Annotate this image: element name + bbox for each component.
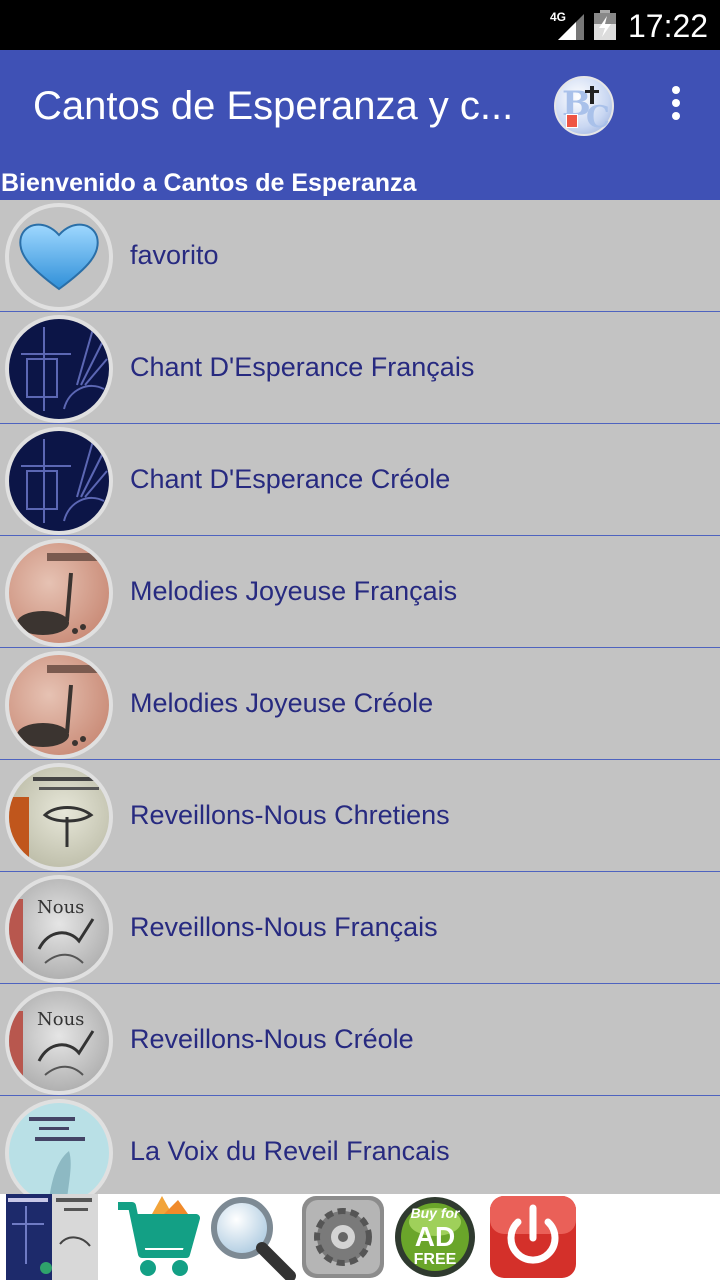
bc-logo-icon[interactable]: BC — [554, 76, 614, 136]
adfree-line3: FREE — [414, 1251, 457, 1268]
melodies-cover-icon — [5, 539, 113, 647]
list-item-melodies-creole[interactable]: Melodies Joyeuse Créole — [0, 648, 720, 760]
list-item-label: Chant D'Esperance Créole — [130, 464, 451, 494]
list-item-label: La Voix du Reveil Francais — [130, 1136, 450, 1166]
voix-cover-icon — [5, 1099, 113, 1194]
songbook-list[interactable]: favorito Chant D'Esperance Français Chan… — [0, 200, 720, 1194]
list-item-reveillons-creole[interactable]: Nous Reveillons-Nous Créole — [0, 984, 720, 1096]
list-item-label: Reveillons-Nous Créole — [130, 1024, 414, 1054]
list-item-label: Chant D'Esperance Français — [130, 352, 475, 382]
status-bar: 4G 17:22 — [0, 0, 720, 50]
adfree-line2: AD — [415, 1221, 455, 1252]
shopping-cart-icon[interactable] — [114, 1194, 200, 1280]
list-item-reveillons-chretiens[interactable]: Reveillons-Nous Chretiens — [0, 760, 720, 872]
list-item-label: Melodies Joyeuse Créole — [130, 688, 434, 718]
svg-text:Nous: Nous — [37, 1009, 84, 1030]
chant-cover-icon — [5, 315, 113, 423]
list-item-chant-creole[interactable]: Chant D'Esperance Créole — [0, 424, 720, 536]
list-item-reveillons-francais[interactable]: Nous Reveillons-Nous Français — [0, 872, 720, 984]
list-item-favorito[interactable]: favorito — [0, 200, 720, 312]
list-item-voix-reveil[interactable]: La Voix du Reveil Francais — [0, 1096, 720, 1194]
magnifier-icon[interactable] — [206, 1194, 296, 1280]
svg-text:Nous: Nous — [37, 897, 84, 918]
heart-icon — [5, 203, 113, 311]
signal-icon — [558, 14, 584, 40]
reveillons-cover-icon: Nous — [5, 987, 113, 1095]
list-item-label: Reveillons-Nous Chretiens — [130, 800, 450, 830]
reveillons-cover-icon — [5, 763, 113, 871]
app-bar: Cantos de Esperanza y c... BC — [0, 50, 720, 168]
list-item-melodies-francais[interactable]: Melodies Joyeuse Français — [0, 536, 720, 648]
app-title: Cantos de Esperanza y c... — [33, 84, 513, 128]
list-item-label: favorito — [130, 240, 219, 270]
books-icon[interactable] — [6, 1194, 98, 1280]
list-item-chant-francais[interactable]: Chant D'Esperance Français — [0, 312, 720, 424]
melodies-cover-icon — [5, 651, 113, 759]
reveillons-cover-icon: Nous — [5, 875, 113, 983]
battery-icon — [594, 10, 616, 40]
gear-icon[interactable] — [300, 1194, 386, 1280]
clock: 17:22 — [628, 8, 709, 44]
chant-cover-icon — [5, 427, 113, 535]
adfree-line1: Buy for — [411, 1205, 462, 1221]
welcome-banner: Bienvenido a Cantos de Esperanza — [0, 168, 720, 200]
list-item-label: Reveillons-Nous Français — [130, 912, 438, 942]
overflow-menu-icon[interactable] — [664, 86, 688, 130]
list-item-label: Melodies Joyeuse Français — [130, 576, 458, 606]
power-icon[interactable] — [488, 1194, 576, 1280]
bottom-toolbar: Buy for AD FREE — [0, 1194, 720, 1280]
ad-free-badge[interactable]: Buy for AD FREE — [392, 1194, 478, 1280]
